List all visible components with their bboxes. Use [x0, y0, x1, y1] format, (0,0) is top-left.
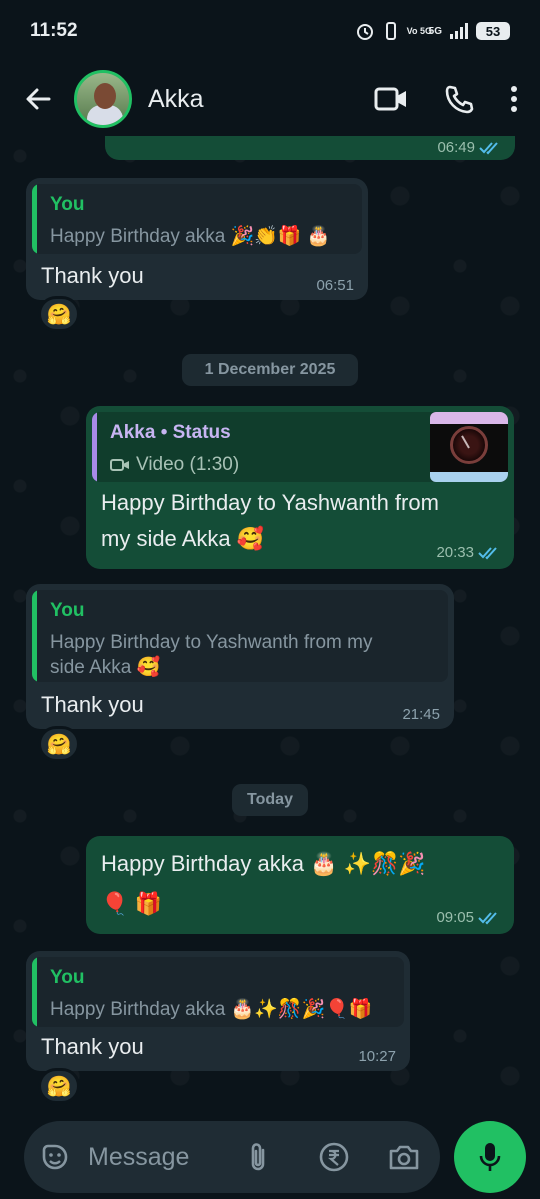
message-time: 09:05: [436, 909, 500, 926]
double-tick-icon: [479, 141, 498, 154]
quoted-message[interactable]: You Happy Birthday to Yashwanth from my …: [32, 590, 448, 682]
vibrate-icon: [385, 22, 396, 40]
reaction-emoji: 🤗: [46, 303, 72, 326]
battery-level: 53: [485, 23, 501, 39]
quoted-message[interactable]: You Happy Birthday akka 🎂✨🎊🎉🎈🎁: [32, 957, 404, 1027]
contact-name[interactable]: Akka: [148, 85, 204, 114]
quoted-message[interactable]: You Happy Birthday akka 🎉👏🎁 🎂: [32, 184, 362, 254]
message-text-line2: 🎈 🎁: [101, 891, 162, 916]
network-label: 5G: [428, 25, 442, 37]
reaction-badge[interactable]: 🤗: [38, 296, 80, 332]
message-text: Thank you: [41, 263, 144, 288]
message-time: 06:51: [316, 277, 354, 294]
quote-text-line2: side Akka 🥰: [50, 657, 161, 678]
video-call-icon[interactable]: [374, 86, 408, 112]
status-icons: Vo 5G 5G 53: [355, 21, 510, 41]
message-text-line1: Happy Birthday to Yashwanth from: [101, 490, 439, 515]
message-bubble-incoming[interactable]: You Happy Birthday akka 🎉👏🎁 🎂 Thank you …: [26, 178, 368, 300]
quote-author: You: [50, 194, 85, 215]
message-time-text: 20:33: [436, 544, 474, 561]
quote-author: Akka • Status: [110, 422, 231, 443]
date-separator-text: Today: [247, 791, 293, 808]
status-time: 11:52: [30, 20, 78, 41]
mic-icon: [479, 1143, 501, 1171]
quote-author: You: [50, 600, 85, 621]
quote-author: You: [50, 967, 85, 988]
message-input[interactable]: Message: [88, 1143, 189, 1172]
chat-header: Akka: [0, 62, 540, 136]
sticker-icon[interactable]: [40, 1142, 70, 1172]
message-bubble-outgoing[interactable]: Happy Birthday akka 🎂 ✨🎊🎉 🎈 🎁 09:05: [86, 836, 514, 934]
reaction-emoji: 🤗: [46, 1075, 72, 1098]
message-time: 20:33: [436, 544, 500, 561]
message-bubble-incoming[interactable]: You Happy Birthday akka 🎂✨🎊🎉🎈🎁 Thank you…: [26, 951, 410, 1071]
quote-text: Happy Birthday akka 🎂✨🎊🎉🎈🎁: [50, 999, 373, 1020]
quote-text-line1: Happy Birthday to Yashwanth from my: [50, 632, 373, 653]
date-separator: Today: [232, 784, 308, 816]
status-bar: 11:52 Vo 5G 5G 53: [0, 0, 540, 62]
alarm-icon: [356, 24, 373, 40]
message-time-text: 09:05: [436, 909, 474, 926]
battery-icon: 53: [476, 22, 510, 40]
quote-text: Video (1:30): [136, 454, 240, 475]
reaction-emoji: 🤗: [46, 733, 72, 756]
reaction-badge[interactable]: 🤗: [38, 726, 80, 762]
message-time: 21:45: [402, 706, 440, 723]
double-tick-icon: [478, 546, 497, 559]
quoted-status[interactable]: Akka • Status Video (1:30): [92, 412, 508, 482]
video-icon: [110, 458, 129, 471]
chat-area[interactable]: 06:49 You Happy Birthday akka 🎉👏🎁 🎂 Than…: [0, 136, 540, 1106]
message-time: 10:27: [358, 1048, 396, 1065]
quote-video-label: Video (1:30): [110, 452, 239, 477]
volte-label: Vo 5G: [406, 25, 432, 36]
message-bubble-outgoing[interactable]: Akka • Status Video (1:30) Happy Birthda…: [86, 406, 514, 569]
signal-icon: [450, 23, 468, 39]
message-text: Thank you: [41, 692, 144, 717]
message-text: Thank you: [41, 1034, 144, 1059]
phone-icon[interactable]: [444, 84, 474, 114]
message-text-line1: Happy Birthday akka 🎂 ✨🎊🎉: [101, 851, 426, 876]
quote-text: Happy Birthday akka 🎉👏🎁 🎂: [50, 226, 331, 247]
message-text-line2: my side Akka 🥰: [101, 526, 265, 551]
attach-icon[interactable]: [246, 1141, 270, 1173]
message-composer: Message: [24, 1121, 440, 1193]
message-bubble-outgoing[interactable]: 06:49: [105, 136, 515, 160]
reaction-badge[interactable]: 🤗: [38, 1068, 80, 1104]
avatar[interactable]: [74, 70, 132, 128]
camera-icon[interactable]: [388, 1143, 420, 1171]
date-separator-text: 1 December 2025: [204, 361, 336, 378]
back-arrow-icon[interactable]: [20, 81, 56, 117]
date-separator: 1 December 2025: [182, 354, 358, 386]
message-bubble-incoming[interactable]: You Happy Birthday to Yashwanth from my …: [26, 584, 454, 729]
message-time-text: 06:49: [437, 139, 475, 156]
double-tick-icon: [478, 911, 497, 924]
rupee-icon[interactable]: [318, 1141, 350, 1173]
mic-button[interactable]: [454, 1121, 526, 1193]
message-time: 06:49: [437, 139, 501, 156]
status-thumbnail[interactable]: [430, 412, 508, 482]
more-vert-icon[interactable]: [510, 85, 518, 113]
